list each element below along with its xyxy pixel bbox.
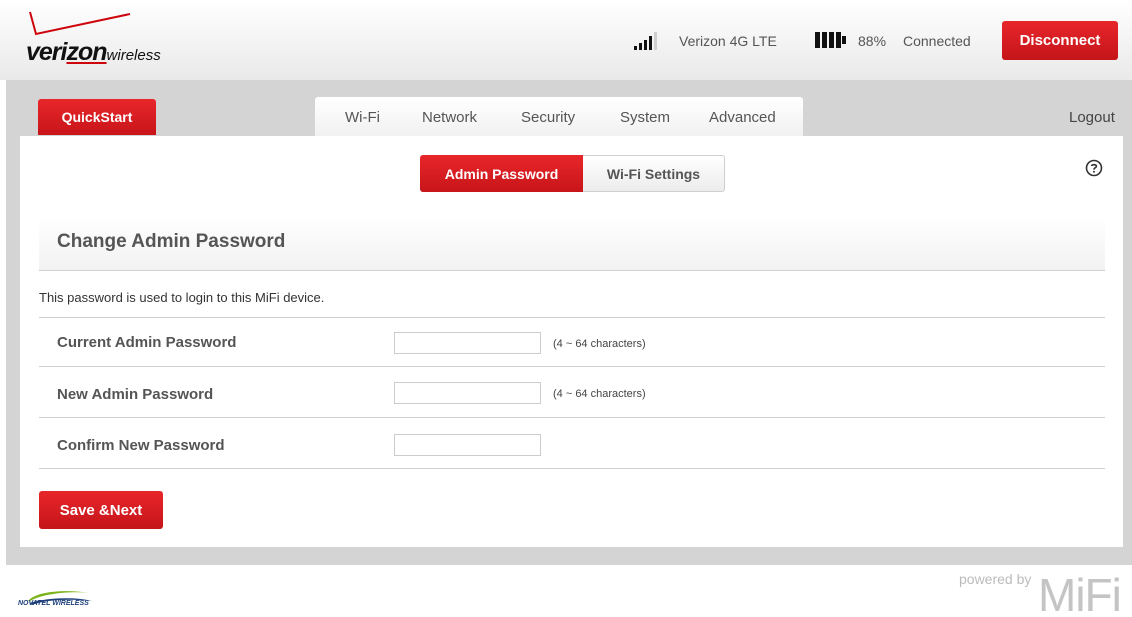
verizon-logo: verizonwireless [26,8,196,68]
connection-status: Connected [903,33,971,49]
section-description: This password is used to login to this M… [39,290,325,305]
novatel-wordmark: NOVATEL WIRELESS [18,600,89,607]
current-password-label: Current Admin Password [57,334,237,351]
carrier-name: Verizon 4G LTE [679,33,777,49]
battery-icon [815,32,846,48]
subtab-admin-password[interactable]: Admin Password [420,155,583,192]
battery-percent: 88% [858,33,887,49]
confirm-password-label: Confirm New Password [57,437,225,454]
logo-text: verizonwireless [26,38,161,67]
subtab-wifi-settings[interactable]: Wi-Fi Settings [583,155,725,192]
logout-link[interactable]: Logout [1069,109,1115,126]
main-nav-tabs: Wi-Fi Network Security System Advanced [315,97,803,136]
logo-text-main: veri [26,38,67,66]
divider [39,468,1105,469]
tab-system[interactable]: System [620,109,670,126]
current-password-hint: (4 ~ 64 characters) [553,338,646,350]
divider [39,317,1105,318]
tab-quickstart[interactable]: QuickStart [38,99,156,135]
logo-text-sub: wireless [106,47,161,64]
powered-by-text: powered by [959,571,1032,587]
new-password-hint: (4 ~ 64 characters) [553,388,646,400]
logo-text-z: zon [66,38,107,66]
subtab-bar: Admin Password Wi-Fi Settings [420,155,725,192]
section-title: Change Admin Password [57,231,286,252]
signal-bars-icon [634,32,657,50]
divider [39,366,1105,367]
new-password-label: New Admin Password [57,386,214,403]
divider [39,417,1105,418]
mifi-logo: MiFi [1038,569,1122,617]
tab-advanced[interactable]: Advanced [709,109,776,126]
tab-security[interactable]: Security [521,109,575,126]
current-password-input[interactable] [394,332,541,354]
help-circle-icon[interactable] [1085,159,1103,177]
tab-wifi[interactable]: Wi-Fi [345,109,380,126]
save-next-button[interactable]: Save &Next [39,491,163,529]
new-password-input[interactable] [394,382,541,404]
tab-network[interactable]: Network [422,109,477,126]
novatel-logo-icon [28,591,92,605]
disconnect-button[interactable]: Disconnect [1002,21,1118,60]
confirm-password-input[interactable] [394,434,541,456]
verizon-check-icon [29,11,131,36]
